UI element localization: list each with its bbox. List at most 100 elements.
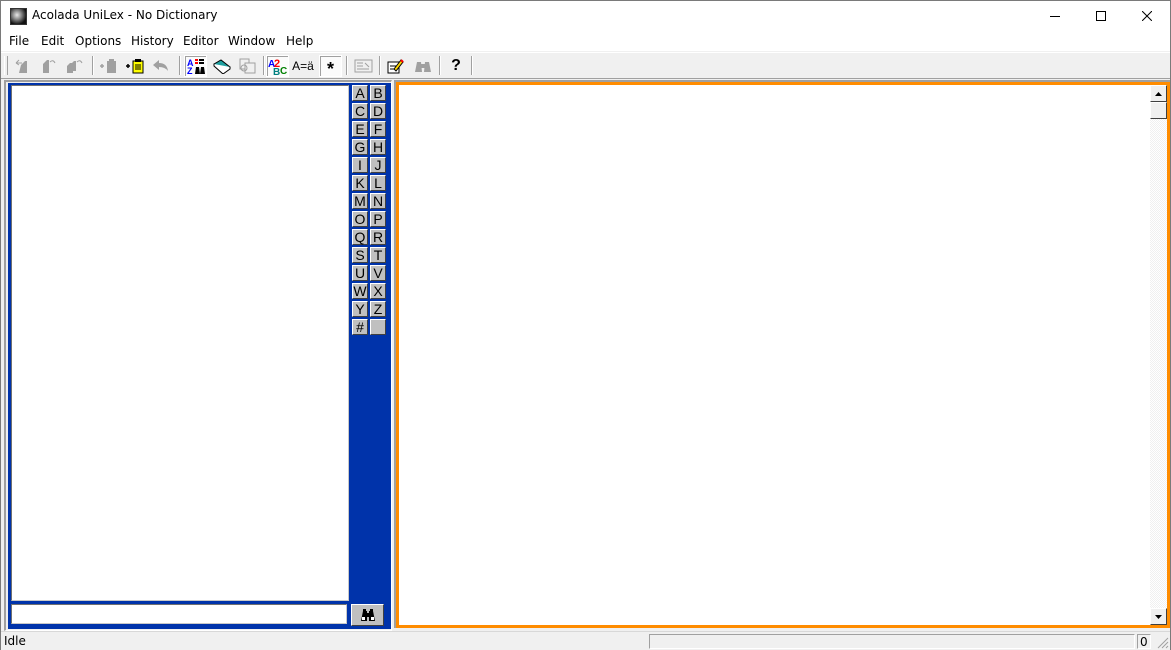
- toolbar-separator: [439, 56, 441, 75]
- scroll-thumb[interactable]: [1150, 102, 1167, 119]
- alphabet-button-n[interactable]: N: [370, 193, 386, 209]
- menu-window[interactable]: Window: [228, 34, 275, 48]
- dictionary-book-button[interactable]: [211, 55, 233, 76]
- toolbar-separator: [263, 56, 265, 75]
- alphabet-button-p[interactable]: P: [370, 211, 386, 227]
- scroll-up-button[interactable]: [1150, 85, 1167, 102]
- spellcheck-button[interactable]: A2BC: [266, 55, 289, 77]
- import-icon: [100, 58, 116, 73]
- alphabet-button-k[interactable]: K: [352, 175, 368, 191]
- alphabet-button-c[interactable]: C: [352, 103, 368, 119]
- menu-options[interactable]: Options: [75, 34, 121, 48]
- paste-clipboard-button[interactable]: [124, 55, 146, 76]
- menu-editor[interactable]: Editor: [183, 34, 219, 48]
- alphabet-button-t[interactable]: T: [370, 247, 386, 263]
- app-window: Acolada UniLex - No Dictionary File Edit…: [0, 0, 1171, 650]
- entry-content[interactable]: [399, 85, 1147, 625]
- toolbar-separator: [179, 56, 181, 75]
- alphabet-button-o[interactable]: O: [352, 211, 368, 227]
- scroll-down-button[interactable]: [1150, 608, 1167, 625]
- wildcard-star-icon: *: [326, 58, 334, 79]
- alphabet-button-v[interactable]: V: [370, 265, 386, 281]
- minimize-icon: [1050, 16, 1060, 17]
- menu-history[interactable]: History: [131, 34, 174, 48]
- alphabet-button-blank[interactable]: [370, 319, 386, 335]
- minimize-button[interactable]: [1032, 1, 1078, 31]
- alphabet-button-e[interactable]: E: [352, 121, 368, 137]
- word-list-frame: A B C D E F G H I J K L M N O P Q R S T U V W X Y Z #: [8, 83, 391, 629]
- maximize-icon: [1096, 11, 1106, 21]
- toolbar: AZ A2BC A=ä * ?: [1, 52, 1170, 79]
- back-icon: [15, 59, 27, 73]
- menu-help[interactable]: Help: [286, 34, 313, 48]
- umlaut-toggle-button[interactable]: A=ä: [292, 55, 314, 76]
- close-button[interactable]: [1124, 1, 1170, 31]
- alphabet-button-r[interactable]: R: [370, 229, 386, 245]
- forward-icon: [43, 59, 56, 73]
- undo-icon: [153, 59, 168, 71]
- alphabet-button-a[interactable]: A: [352, 85, 368, 101]
- alphabet-button-x[interactable]: X: [370, 283, 386, 299]
- alphabet-button-y[interactable]: Y: [352, 301, 368, 317]
- binoculars-find-icon: [415, 61, 431, 72]
- sort-az-button[interactable]: AZ: [184, 55, 207, 77]
- edit-note-button[interactable]: [385, 55, 407, 76]
- toolbar-grip[interactable]: [4, 56, 8, 75]
- undo-button[interactable]: [150, 55, 172, 76]
- toolbar-separator: [346, 56, 348, 75]
- form-view-button[interactable]: [353, 55, 375, 76]
- resize-grip-icon[interactable]: [1157, 637, 1169, 649]
- window-title: Acolada UniLex - No Dictionary: [32, 8, 218, 22]
- alphabet-button-i[interactable]: I: [352, 157, 368, 173]
- history-button[interactable]: [63, 55, 85, 76]
- umlaut-toggle-icon: A=ä: [292, 58, 314, 73]
- alphabet-button-u[interactable]: U: [352, 265, 368, 281]
- wildcard-button[interactable]: *: [319, 55, 342, 79]
- alphabet-button-d[interactable]: D: [370, 103, 386, 119]
- maximize-button[interactable]: [1078, 1, 1124, 31]
- back-button[interactable]: [11, 55, 33, 76]
- alphabet-button-l[interactable]: L: [370, 175, 386, 191]
- vertical-scrollbar[interactable]: [1150, 85, 1167, 625]
- spellcheck-abc-icon: A2B C: [268, 58, 287, 75]
- forward-button[interactable]: [37, 55, 59, 76]
- title-bar: Acolada UniLex - No Dictionary: [1, 1, 1170, 31]
- alphabet-button-w[interactable]: W: [352, 283, 368, 299]
- status-bar: Idle 0: [1, 631, 1170, 650]
- alphabet-button-hash[interactable]: #: [352, 319, 368, 335]
- status-progress: [649, 634, 1135, 649]
- alphabet-button-g[interactable]: G: [352, 139, 368, 155]
- edit-note-icon: [387, 58, 404, 73]
- find-button[interactable]: [412, 55, 434, 76]
- word-list[interactable]: [11, 85, 349, 601]
- import-button[interactable]: [98, 55, 120, 76]
- app-logo-icon[interactable]: [10, 8, 27, 25]
- search-input[interactable]: [11, 604, 347, 624]
- alphabet-button-j[interactable]: J: [370, 157, 386, 173]
- alphabet-button-h[interactable]: H: [370, 139, 386, 155]
- search-button[interactable]: [351, 604, 384, 626]
- alphabet-button-m[interactable]: M: [352, 193, 368, 209]
- alphabet-button-b[interactable]: B: [370, 85, 386, 101]
- status-count: 0: [1137, 634, 1151, 649]
- alphabet-button-f[interactable]: F: [370, 121, 386, 137]
- menu-file[interactable]: File: [9, 34, 29, 48]
- history-icon: [67, 59, 83, 73]
- alphabet-button-z[interactable]: Z: [370, 301, 386, 317]
- word-list-pane: A B C D E F G H I J K L M N O P Q R S T U V W X Y Z #: [4, 80, 392, 631]
- alphabet-button-q[interactable]: Q: [352, 229, 368, 245]
- copy-document-button[interactable]: [237, 55, 259, 76]
- help-button[interactable]: ?: [445, 55, 467, 76]
- paste-clipboard-icon: [126, 58, 144, 73]
- toolbar-separator: [471, 56, 473, 75]
- alphabet-button-s[interactable]: S: [352, 247, 368, 263]
- entry-view-frame: [396, 82, 1170, 628]
- close-icon: [1142, 11, 1152, 21]
- scroll-up-icon: [1155, 91, 1162, 96]
- toolbar-separator: [379, 56, 381, 75]
- form-view-icon: [354, 59, 373, 72]
- menu-bar: File Edit Options History Editor Window …: [1, 31, 1170, 51]
- menu-edit[interactable]: Edit: [41, 34, 64, 48]
- copy-document-icon: [239, 58, 256, 73]
- status-text: Idle: [4, 634, 26, 648]
